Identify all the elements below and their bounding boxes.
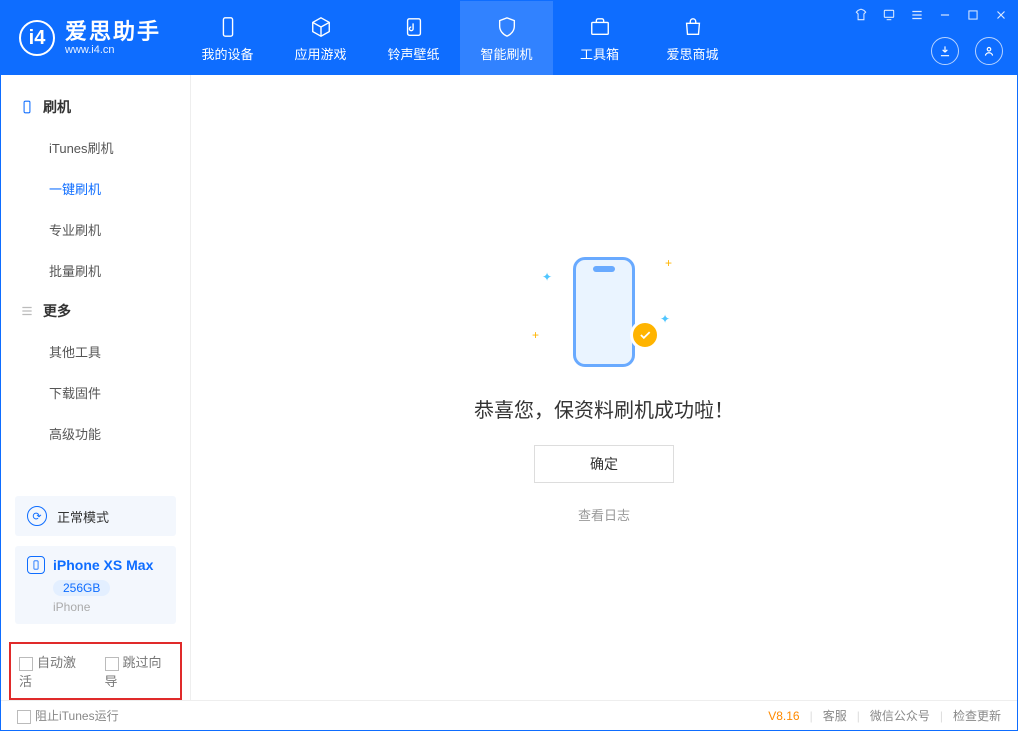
close-icon[interactable] — [993, 7, 1009, 23]
feedback-icon[interactable] — [881, 7, 897, 23]
options-highlight: 自动激活 跳过向导 — [9, 642, 182, 700]
tab-label: 应用游戏 — [295, 44, 347, 63]
sidebar-scroll: 刷机 iTunes刷机 一键刷机 专业刷机 批量刷机 更多 其他工具 下载固件 … — [1, 75, 190, 496]
sidebar-item-firmware[interactable]: 下载固件 — [1, 372, 190, 413]
view-log-link[interactable]: 查看日志 — [578, 505, 630, 524]
sparkle-icon: ✦ — [542, 270, 552, 284]
body: 刷机 iTunes刷机 一键刷机 专业刷机 批量刷机 更多 其他工具 下载固件 … — [1, 75, 1017, 700]
list-icon — [19, 303, 35, 319]
sparkle-icon: ✦ — [660, 312, 670, 326]
wechat-link[interactable]: 微信公众号 — [870, 707, 930, 724]
tab-flash[interactable]: 智能刷机 — [460, 1, 553, 75]
sync-icon: ⟳ — [27, 506, 47, 526]
support-link[interactable]: 客服 — [823, 707, 847, 724]
sidebar: 刷机 iTunes刷机 一键刷机 专业刷机 批量刷机 更多 其他工具 下载固件 … — [1, 75, 191, 700]
logo-area: i4 爱思助手 www.i4.cn — [1, 20, 181, 56]
nav-tabs: 我的设备 应用游戏 铃声壁纸 智能刷机 工具箱 爱思商城 — [181, 1, 739, 75]
logo-text: 爱思助手 www.i4.cn — [65, 20, 161, 56]
sidebar-group-flash: 刷机 — [1, 87, 190, 127]
group-label: 刷机 — [43, 97, 71, 117]
tab-device[interactable]: 我的设备 — [181, 1, 274, 75]
music-icon — [401, 14, 427, 40]
tab-store[interactable]: 爱思商城 — [646, 1, 739, 75]
device-mode-box[interactable]: ⟳ 正常模式 — [15, 496, 176, 536]
shield-icon — [494, 14, 520, 40]
header: i4 爱思助手 www.i4.cn 我的设备 应用游戏 铃声壁纸 智能刷机 — [1, 1, 1017, 75]
app-title: 爱思助手 — [65, 20, 161, 44]
device-capacity: 256GB — [53, 580, 110, 596]
tab-label: 我的设备 — [202, 44, 254, 63]
checkmark-badge-icon — [630, 320, 660, 350]
skin-icon[interactable] — [853, 7, 869, 23]
sparkle-icon: + — [665, 256, 672, 270]
success-message: 恭喜您，保资料刷机成功啦！ — [474, 394, 734, 423]
tab-toolbox[interactable]: 工具箱 — [553, 1, 646, 75]
phone-outline-icon — [19, 99, 35, 115]
version-label: V8.16 — [768, 709, 799, 723]
bag-icon — [680, 14, 706, 40]
checkbox-skip-guide[interactable]: 跳过向导 — [105, 652, 173, 690]
tab-label: 铃声壁纸 — [388, 44, 440, 63]
maximize-icon[interactable] — [965, 7, 981, 23]
sidebar-item-batch[interactable]: 批量刷机 — [1, 250, 190, 291]
statusbar-left: 阻止iTunes运行 — [17, 707, 119, 724]
device-name: iPhone XS Max — [53, 557, 153, 573]
sparkle-icon: + — [532, 328, 539, 342]
sidebar-item-itunes[interactable]: iTunes刷机 — [1, 127, 190, 168]
sidebar-group-more: 更多 — [1, 291, 190, 331]
sidebar-item-oneclick[interactable]: 一键刷机 — [1, 168, 190, 209]
minimize-icon[interactable] — [937, 7, 953, 23]
sidebar-item-advanced[interactable]: 高级功能 — [1, 413, 190, 454]
tab-label: 工具箱 — [580, 44, 619, 63]
menu-icon[interactable] — [909, 7, 925, 23]
phone-graphic-icon — [573, 257, 635, 367]
user-icon[interactable] — [975, 37, 1003, 65]
device-mode-label: 正常模式 — [57, 507, 109, 526]
device-phone-icon — [27, 556, 45, 574]
logo-icon: i4 — [19, 20, 55, 56]
status-bar: 阻止iTunes运行 V8.16 | 客服 | 微信公众号 | 检查更新 — [1, 700, 1017, 730]
success-illustration: ✦ + + ✦ — [544, 252, 664, 372]
tab-apps[interactable]: 应用游戏 — [274, 1, 367, 75]
sidebar-item-pro[interactable]: 专业刷机 — [1, 209, 190, 250]
cube-icon — [308, 14, 334, 40]
sidebar-item-other[interactable]: 其他工具 — [1, 331, 190, 372]
briefcase-icon — [587, 14, 613, 40]
main-content: ✦ + + ✦ 恭喜您，保资料刷机成功啦！ 确定 查看日志 — [191, 75, 1017, 700]
checkbox-block-itunes[interactable]: 阻止iTunes运行 — [17, 707, 119, 724]
app-window: i4 爱思助手 www.i4.cn 我的设备 应用游戏 铃声壁纸 智能刷机 — [0, 0, 1018, 731]
window-controls — [853, 7, 1009, 23]
device-panel: ⟳ 正常模式 iPhone XS Max 256GB iPhone — [1, 496, 190, 636]
header-actions — [931, 37, 1003, 65]
download-icon[interactable] — [931, 37, 959, 65]
app-subtitle: www.i4.cn — [65, 44, 161, 56]
checkbox-auto-activate[interactable]: 自动激活 — [19, 652, 87, 690]
tab-label: 智能刷机 — [481, 44, 533, 63]
phone-icon — [215, 14, 241, 40]
tab-ringtone[interactable]: 铃声壁纸 — [367, 1, 460, 75]
device-info-box[interactable]: iPhone XS Max 256GB iPhone — [15, 546, 176, 624]
group-label: 更多 — [43, 301, 71, 321]
statusbar-right: V8.16 | 客服 | 微信公众号 | 检查更新 — [768, 707, 1001, 724]
check-update-link[interactable]: 检查更新 — [953, 707, 1001, 724]
ok-button[interactable]: 确定 — [534, 445, 674, 483]
tab-label: 爱思商城 — [667, 44, 719, 63]
device-type: iPhone — [53, 600, 164, 614]
